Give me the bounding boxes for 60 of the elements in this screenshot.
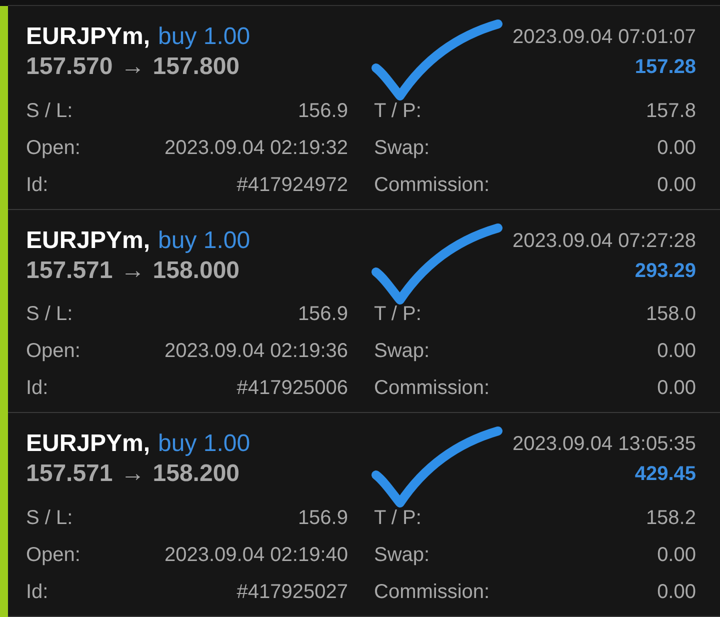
symbol-text: EURJPYm, <box>26 226 150 256</box>
field-label: T / P: <box>374 302 422 328</box>
field-label: Open: <box>26 339 80 364</box>
profit-text: 157.28 <box>634 55 696 80</box>
profit-text: 429.45 <box>634 462 696 488</box>
field-value: 0.00 <box>657 339 696 364</box>
open-price-text: 157.571 <box>26 459 113 490</box>
open-price-text: 157.570 <box>26 52 113 82</box>
field-value: 156.9 <box>298 98 348 124</box>
field-label: S / L: <box>26 302 73 328</box>
field-value: 158.2 <box>646 506 696 531</box>
field-label: Commission: <box>374 580 490 605</box>
trade-card[interactable]: EURJPYm, buy 1.00 157.570 → 157.800 2023.09.04 07:01:07 157.28 S / L: 156.9 T / P: 157.8 Open: 2023.09.04 02:19:32 Swap: 0.00 Id: #417924972 Commission: 0.00 <box>8 6 720 210</box>
close-time-text: 2023.09.04 13:05:35 <box>512 432 696 458</box>
field-label: T / P: <box>374 98 422 124</box>
close-time-text: 2023.09.04 07:01:07 <box>512 25 696 50</box>
field-value: #417924972 <box>236 172 348 198</box>
arrow-text: → <box>120 52 145 82</box>
field-label: Commission: <box>374 172 490 198</box>
trade-card[interactable]: EURJPYm, buy 1.00 157.571 → 158.200 2023.09.04 13:05:35 429.45 S / L: 156.9 T / P: 158.2 Open: 2023.09.04 02:19:40 Swap: 0.00 Id: #417925027 Commission: 0.00 <box>8 413 720 617</box>
field-label: S / L: <box>26 506 73 531</box>
field-label: T / P: <box>374 506 422 531</box>
field-label: Swap: <box>374 339 430 364</box>
field-value: 2023.09.04 02:19:36 <box>164 339 348 364</box>
field-value: 156.9 <box>298 506 348 531</box>
field-label: Open: <box>26 542 80 568</box>
order-side-text: buy 1.00 <box>158 22 250 52</box>
field-value: #417925006 <box>236 376 348 402</box>
field-label: Id: <box>26 172 48 198</box>
field-label: S / L: <box>26 98 73 124</box>
order-side-text: buy 1.00 <box>158 429 250 460</box>
trade-card[interactable]: EURJPYm, buy 1.00 157.571 → 158.000 2023.09.04 07:27:28 293.29 S / L: 156.9 T / P: 158.0 Open: 2023.09.04 02:19:36 Swap: 0.00 Id: #417925006 Commission: 0.00 <box>8 210 720 414</box>
field-value: 2023.09.04 02:19:40 <box>164 542 348 568</box>
arrow-text: → <box>120 256 145 286</box>
field-value: 0.00 <box>657 542 696 568</box>
field-label: Swap: <box>374 542 430 568</box>
field-label: Open: <box>26 136 80 160</box>
field-value: 0.00 <box>657 580 696 605</box>
close-time-text: 2023.09.04 07:27:28 <box>512 228 696 254</box>
symbol-text: EURJPYm, <box>26 429 150 460</box>
field-value: 158.0 <box>646 302 696 328</box>
field-label: Id: <box>26 580 48 605</box>
field-value: 2023.09.04 02:19:32 <box>164 136 348 160</box>
open-price-text: 157.571 <box>26 256 113 286</box>
order-side-text: buy 1.00 <box>158 226 250 256</box>
field-value: #417925027 <box>236 580 348 605</box>
field-value: 0.00 <box>657 172 696 198</box>
profit-text: 293.29 <box>634 258 696 284</box>
field-value: 156.9 <box>298 302 348 328</box>
symbol-text: EURJPYm, <box>26 22 150 52</box>
field-label: Id: <box>26 376 48 402</box>
field-value: 0.00 <box>657 376 696 402</box>
arrow-text: → <box>120 459 145 490</box>
close-price-text: 158.000 <box>152 256 240 286</box>
close-price-text: 158.200 <box>152 459 240 490</box>
field-value: 157.8 <box>646 98 696 124</box>
close-price-text: 157.800 <box>152 52 240 82</box>
field-label: Commission: <box>374 376 490 402</box>
field-value: 0.00 <box>657 136 696 160</box>
field-label: Swap: <box>374 136 430 160</box>
